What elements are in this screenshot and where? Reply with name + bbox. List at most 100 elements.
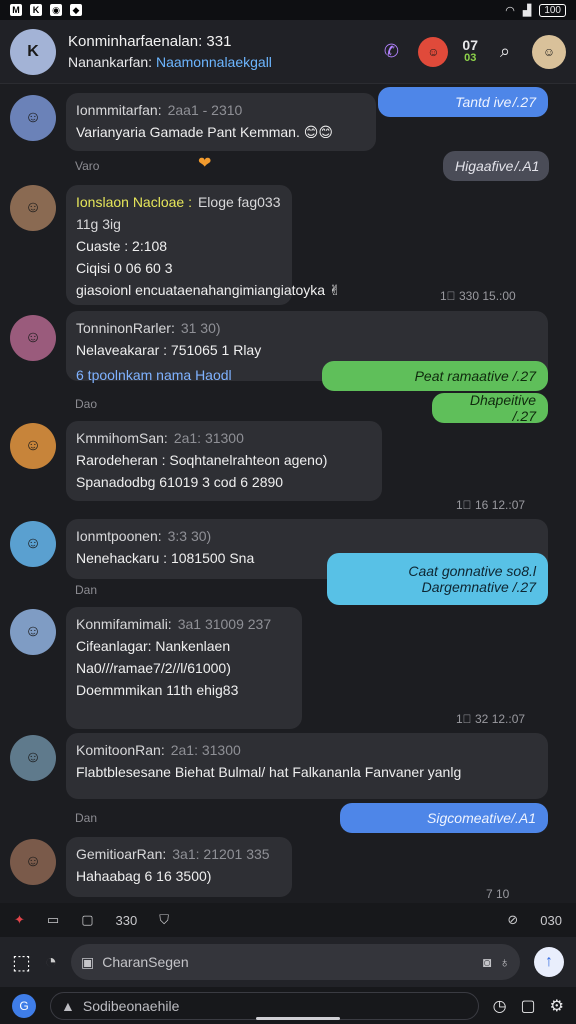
chat-header: K Konminharfaenalan: 331 Nanankarfan: Na… xyxy=(0,20,576,84)
message-text: Cuaste : 2:108 xyxy=(76,238,168,254)
message-text: Higaafive /.A1 xyxy=(455,158,540,174)
member-count-top: 07 xyxy=(462,36,478,53)
sender-name: Ionslaon Nacloae : xyxy=(76,194,192,210)
notification-icon: M xyxy=(10,4,22,16)
message-text: Flabtblesesane Biehat Bulmal/ hat Falkan… xyxy=(76,764,462,780)
browser-icon[interactable]: G xyxy=(12,993,36,1018)
profile-avatar[interactable]: ☺ xyxy=(532,34,566,69)
message-composer: ⬚ ◔ ▣ CharanSegen ◙ ♁ ↑ xyxy=(0,937,576,987)
message-text: giasoionl encuataenahangimiangiatoyka ✌ xyxy=(76,282,341,298)
search-field[interactable]: ▲ Sodibeonaehile xyxy=(50,991,479,1020)
sender-name: KomitoonRan: xyxy=(76,742,165,758)
outgoing-message[interactable]: Higaafive /.A1 xyxy=(443,151,549,181)
tabs-icon[interactable]: ▢ xyxy=(521,996,536,1016)
home-indicator[interactable] xyxy=(256,1017,340,1020)
member-count: 07 03 xyxy=(462,36,478,65)
message-text: Dargemnative /.27 xyxy=(421,579,536,595)
search-placeholder: Sodibeonaehile xyxy=(82,997,180,1014)
wifi-icon: ◠ xyxy=(505,4,515,17)
day-label: Dao xyxy=(75,397,98,411)
gear-icon[interactable]: ⚙ xyxy=(550,996,564,1016)
message-text: Nelaveakarar : 751065 1 Rlay xyxy=(76,342,262,358)
notification-icon: ◆ xyxy=(70,4,82,16)
incoming-message[interactable]: GemitioarRan: 3a1: 21201 335 Hahaabag 6 1… xyxy=(66,837,292,897)
message-meta: 1⃝ 16 12.:07 xyxy=(456,498,526,512)
message-text: Cifeanlagar: Nankenlaen xyxy=(76,638,231,654)
message-time: 2aa1 - 2310 xyxy=(167,102,243,118)
incoming-message[interactable]: Ionslaon Nacloae : Eloge fag033 11g 3ig C… xyxy=(66,185,341,305)
avatar[interactable]: ☺ xyxy=(10,185,56,231)
pin-icon[interactable]: ✦ xyxy=(14,912,25,928)
chat-bubble-icon[interactable]: ▭ xyxy=(47,912,59,928)
avatar[interactable]: ☺ xyxy=(10,839,56,885)
status-bar: M K ◉ ◆ ◠ ▟ 100 xyxy=(0,0,576,20)
clock-icon[interactable]: ◷ xyxy=(493,996,507,1016)
comment-icon[interactable]: ▢ xyxy=(81,912,93,928)
message-text: Caat gonnative so8.l xyxy=(408,563,536,579)
mic-icon[interactable]: ♁ xyxy=(500,954,511,970)
avatar[interactable]: ☺ xyxy=(10,521,56,567)
avatar[interactable]: ☺ xyxy=(10,95,56,141)
message-time: 2a1: 31300 xyxy=(170,742,241,758)
signal-icon: ▟ xyxy=(522,4,532,17)
chat-subtitle: Nanankarfan: xyxy=(68,54,153,70)
sender-name: GemitioarRan: xyxy=(76,846,167,862)
message-text: Varianyaria Gamade Pant Kemman. 😊😊 xyxy=(76,124,333,140)
shield-icon[interactable]: ⛉ xyxy=(159,912,169,928)
message-time: 31 30) xyxy=(180,320,221,336)
member-count-bottom: 03 xyxy=(464,51,477,64)
message-text: Tantd ive /.27 xyxy=(455,94,536,110)
incoming-message[interactable]: Konmifamimali: 3a1 31009 237 Cifeanlagar:… xyxy=(66,607,302,729)
message-count: 330 xyxy=(115,912,138,928)
message-text: 6 tpoolnkam nama Haodl xyxy=(76,367,232,383)
chat-avatar[interactable]: K xyxy=(10,28,56,75)
message-time: 3a1: 21201 335 xyxy=(172,846,270,862)
camera-icon[interactable]: ◙ xyxy=(483,954,491,970)
chat-subtitle-link[interactable]: Naamonnalaekgall xyxy=(156,54,272,70)
lock-icon: ▣ xyxy=(81,953,95,970)
notification-icon: K xyxy=(30,4,42,16)
emoji-icon[interactable]: ◔ xyxy=(45,951,57,974)
message-text: Dhapeitive /.27 xyxy=(469,392,536,424)
message-time: 3a1 31009 237 xyxy=(177,616,272,632)
day-label: Varo xyxy=(75,159,100,173)
send-button[interactable]: ↑ xyxy=(534,947,564,977)
sender-name: Ionmmitarfan: xyxy=(76,102,162,118)
chat-title[interactable]: Konminharfaenalan: 331 xyxy=(68,33,378,50)
attach-icon[interactable]: ⊘ xyxy=(507,912,518,928)
message-text: Ciqisi 0 06 60 3 xyxy=(76,260,173,276)
message-text: Na0///ramae7/2//l/61000) xyxy=(76,660,231,676)
outgoing-message[interactable]: Sigcomeative/.A1 xyxy=(340,803,548,833)
message-meta: 1⃝ 330 15.:00 xyxy=(440,289,516,303)
sender-name: Ionmtpoonen: xyxy=(76,528,162,544)
sender-name: TonninonRarler: xyxy=(76,320,175,336)
day-label: Dan xyxy=(75,811,98,825)
outgoing-message[interactable]: Peat ramaative /.27 xyxy=(322,361,548,391)
participant-avatar[interactable]: ☺ xyxy=(418,36,449,67)
apps-icon[interactable]: ⬚ xyxy=(12,950,31,975)
message-input-placeholder: CharanSegen xyxy=(102,954,189,970)
message-text: Peat ramaative /.27 xyxy=(414,368,536,384)
avatar[interactable]: ☺ xyxy=(10,609,56,655)
call-icon[interactable]: ✆ xyxy=(378,39,404,65)
message-list[interactable]: Tantd ive /.27 ☺ Ionmmitarfan: 2aa1 - 231… xyxy=(0,85,576,903)
incoming-message[interactable]: KomitoonRan: 2a1: 31300 Flabtblesesane Bi… xyxy=(66,733,548,799)
outgoing-message[interactable]: Tantd ive /.27 xyxy=(378,87,548,117)
avatar[interactable]: ☺ xyxy=(10,315,56,361)
avatar[interactable]: ☺ xyxy=(10,423,56,469)
sender-name: KmmihomSan: xyxy=(76,430,168,446)
incoming-message[interactable]: Ionmmitarfan: 2aa1 - 2310 Varianyaria Gam… xyxy=(66,93,376,151)
incoming-message[interactable]: KmmihomSan: 2a1: 31300 Rarodeheran : Soqh… xyxy=(66,421,382,501)
message-text: Hahaabag 6 16 3500) xyxy=(76,868,212,884)
message-time: 2a1: 31300 xyxy=(173,430,244,446)
message-input[interactable]: ▣ CharanSegen ◙ ♁ xyxy=(71,944,520,980)
message-text: Rarodeheran : Soqhtanelrahteon ageno) xyxy=(76,452,328,468)
avatar[interactable]: ☺ xyxy=(10,735,56,781)
battery-indicator: 100 xyxy=(539,3,566,17)
search-icon[interactable]: ⌕ xyxy=(492,39,518,65)
outgoing-message[interactable]: Caat gonnative so8.l Dargemnative /.27 xyxy=(327,553,548,605)
outgoing-message[interactable]: Dhapeitive /.27 xyxy=(432,392,548,424)
message-text: Doemmmikan 11th ehig83 xyxy=(76,682,239,698)
day-label: Dan xyxy=(75,583,98,597)
message-meta: 1⃝ 32 12.:07 xyxy=(456,712,526,726)
